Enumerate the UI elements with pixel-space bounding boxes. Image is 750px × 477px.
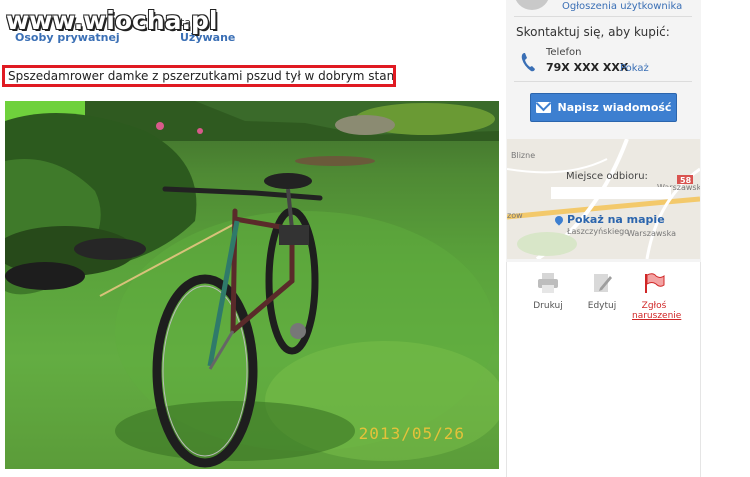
send-message-label: Napisz wiadomość — [557, 101, 672, 114]
edit-label: Edytuj — [587, 301, 617, 311]
printer-icon — [538, 273, 558, 293]
photo-date-stamp: 2013/05/26 — [358, 424, 465, 443]
phone-number: 79X XXX XXX — [546, 61, 629, 74]
show-on-map-label: Pokaż na mapie — [567, 213, 665, 226]
divider — [514, 16, 692, 17]
user-ads-link[interactable]: Ogłoszenia użytkownika — [562, 1, 682, 12]
page: www.wiocha.pl tan: Osoby prywatnej Używa… — [0, 0, 750, 477]
map-illustration — [507, 139, 700, 259]
phone-label: Telefon — [546, 47, 582, 58]
show-on-map-link[interactable]: Pokaż na mapie — [553, 213, 665, 226]
send-message-button[interactable]: Napisz wiadomość — [530, 93, 677, 122]
envelope-icon — [535, 102, 551, 113]
watermark: www.wiocha.pl — [6, 6, 218, 35]
phone-icon — [521, 53, 535, 72]
map-label: zow — [507, 211, 523, 220]
print-label: Drukuj — [533, 301, 563, 311]
map-label: Warszawska — [627, 229, 676, 238]
divider — [514, 81, 692, 82]
pickup-label: Miejsce odbioru: — [566, 171, 648, 182]
road-number: 58 — [680, 176, 692, 185]
report-label-line2: naruszenie — [632, 311, 682, 321]
edit-button[interactable]: Edytuj — [580, 272, 624, 311]
map-pin-icon — [553, 213, 565, 226]
map-label: Łaszczyńskiego — [567, 227, 630, 236]
edit-icon — [594, 274, 612, 292]
flag-icon — [645, 273, 665, 293]
listing-photo[interactable]: 2013/05/26 — [5, 101, 499, 469]
contact-heading: Skontaktuj się, aby kupić: — [516, 25, 670, 39]
listing-title: Spszedamrower damke z pszerzutkami pszud… — [2, 65, 396, 87]
print-button[interactable]: Drukuj — [526, 272, 570, 311]
report-button[interactable]: Zgłoś naruszenie — [632, 272, 682, 321]
location-map[interactable]: Blizne zow Łaszczyńskiego Warszawska War… — [507, 139, 700, 259]
report-label-line1: Zgłoś — [641, 301, 667, 311]
show-phone-link[interactable]: Pokaż — [620, 63, 649, 74]
map-label: Blizne — [511, 151, 536, 160]
bicycle-photo-illustration — [5, 101, 499, 468]
pickup-address-redacted — [551, 187, 671, 199]
